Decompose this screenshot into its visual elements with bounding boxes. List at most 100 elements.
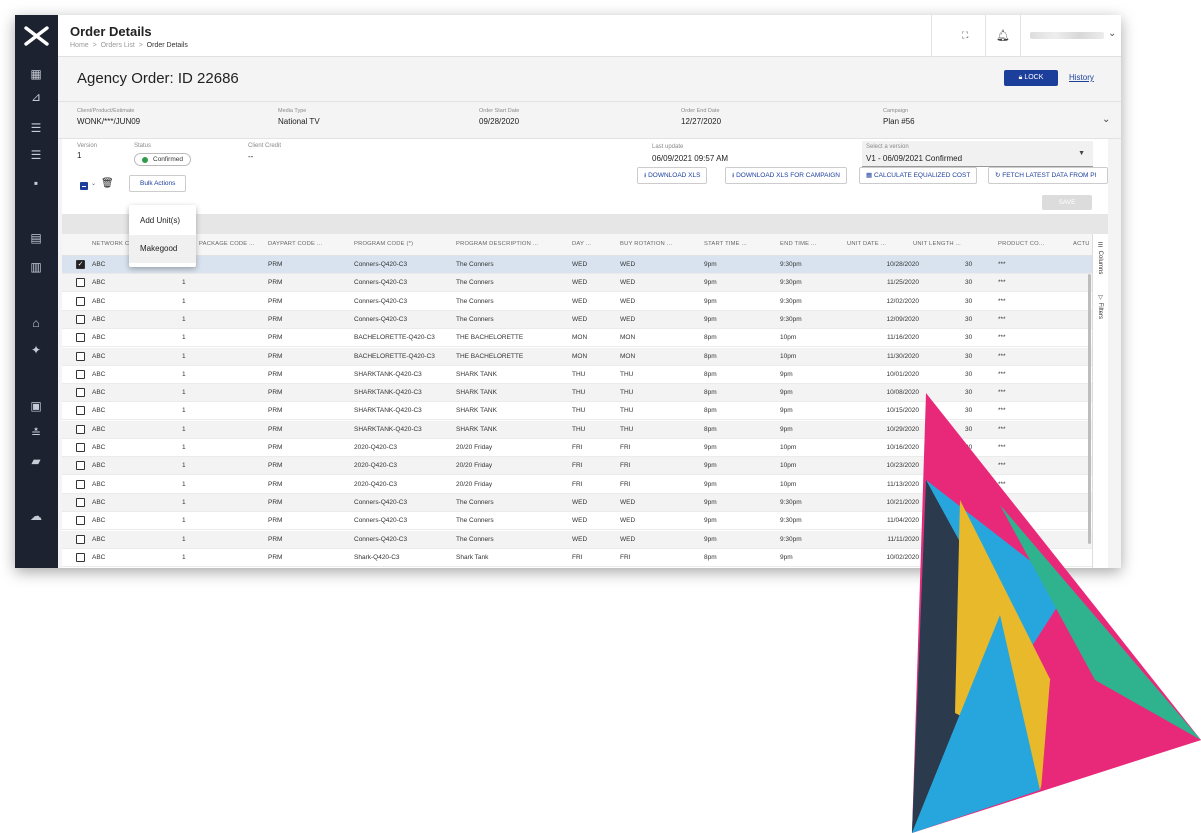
sliders-icon[interactable]: ≛ <box>28 426 44 440</box>
column-header[interactable]: PRODUCT CO... <box>998 241 1044 247</box>
table-cell[interactable]: THU <box>572 371 585 378</box>
table-cell[interactable]: FRI <box>572 462 582 469</box>
table-cell[interactable]: The Conners <box>456 261 494 268</box>
vertical-scrollbar[interactable] <box>1088 274 1091 544</box>
table-cell[interactable]: 9pm <box>704 462 717 469</box>
table-cell[interactable]: PRM <box>268 554 282 561</box>
table-cell[interactable]: ABC <box>92 279 105 286</box>
column-header[interactable]: PROGRAM DESCRIPTION ... <box>456 241 538 247</box>
table-cell[interactable]: 10/02/2020 <box>857 554 919 561</box>
table-cell[interactable]: 1 <box>182 499 186 506</box>
table-cell[interactable]: *** <box>998 536 1006 543</box>
table-cell[interactable]: 1 <box>182 481 186 488</box>
table-cell[interactable]: 8pm <box>704 353 717 360</box>
table-cell[interactable]: Conners-Q420-C3 <box>354 536 407 543</box>
download-xls-campaign-button[interactable]: ⭳ DOWNLOAD XLS FOR CAMPAIGN <box>725 167 847 184</box>
table-cell[interactable]: MON <box>572 353 587 360</box>
bulk-actions-button[interactable]: Bulk Actions <box>129 175 187 192</box>
table-cell[interactable]: 10/29/2020 <box>857 426 919 433</box>
table-cell[interactable]: 11/04/2020 <box>857 517 919 524</box>
breadcrumb-orders-list[interactable]: Orders List <box>101 42 135 49</box>
table-cell[interactable]: PRM <box>268 462 282 469</box>
chevron-down-icon[interactable]: ⌄ <box>1108 28 1116 39</box>
table-cell[interactable]: 1 <box>182 298 186 305</box>
table-cell[interactable]: 1 <box>182 334 186 341</box>
table-cell[interactable]: 1 <box>182 371 186 378</box>
table-cell[interactable]: 10/28/2020 <box>857 261 919 268</box>
table-row[interactable]: ABC 1 PRM Conners-Q420-C3 The Conners WED WED 9… <box>62 293 1092 311</box>
table-cell[interactable]: *** <box>998 426 1006 433</box>
table-cell[interactable]: *** <box>998 499 1006 506</box>
table-cell[interactable]: PRM <box>268 499 282 506</box>
select-all-checkbox[interactable] <box>80 182 88 190</box>
table-cell[interactable]: WED <box>620 279 635 286</box>
table-cell[interactable]: Conners-Q420-C3 <box>354 279 407 286</box>
table-cell[interactable]: *** <box>998 481 1006 488</box>
table-cell[interactable]: FRI <box>620 554 630 561</box>
row-checkbox[interactable] <box>76 424 85 434</box>
row-checkbox[interactable] <box>76 534 85 544</box>
row-checkbox[interactable] <box>76 314 85 324</box>
table-cell[interactable]: 1 <box>182 426 186 433</box>
save-button[interactable]: SAVE <box>1042 195 1092 210</box>
table-cell[interactable]: 9pm <box>780 426 793 433</box>
expand-chevron-icon[interactable]: ⌄ <box>1102 114 1110 125</box>
table-row[interactable]: ABC 1 PRM SHARKTANK-Q420-C3 SHARK TANK THU THU… <box>62 402 1092 421</box>
table-cell[interactable]: ABC <box>92 316 105 323</box>
calculate-equalized-cost-button[interactable]: ▦ CALCULATE EQUALIZED COST <box>859 167 978 184</box>
table-cell[interactable]: 1 <box>182 536 186 543</box>
table-cell[interactable]: 1 <box>182 389 186 396</box>
table-cell[interactable]: BACHELORETTE-Q420-C3 <box>354 353 435 360</box>
column-header[interactable]: START TIME ... <box>704 241 747 247</box>
table-cell[interactable]: THU <box>572 407 585 414</box>
row-checkbox[interactable] <box>76 461 85 471</box>
table-cell[interactable]: The Conners <box>456 536 494 543</box>
table-cell[interactable]: 20/20 Friday <box>456 462 492 469</box>
table-cell[interactable]: 10/16/2020 <box>857 444 919 451</box>
table-cell[interactable]: FRI <box>620 444 630 451</box>
table-cell[interactable]: Shark-Q420-C3 <box>354 554 400 561</box>
table-cell[interactable]: 1 <box>182 316 186 323</box>
table-cell[interactable]: PRM <box>268 444 282 451</box>
billing-icon[interactable]: ▣ <box>28 399 44 413</box>
table-cell[interactable]: 8pm <box>704 334 717 341</box>
report-icon[interactable]: ▤ <box>28 231 44 245</box>
table-row[interactable]: ABC 1 PRM 2020-Q420-C3 20/20 Friday FRI FRI 9pm… <box>62 439 1092 457</box>
table-cell[interactable]: WED <box>572 499 587 506</box>
table-cell[interactable]: 30 <box>965 517 972 524</box>
table-cell[interactable]: 2020-Q420-C3 <box>354 462 397 469</box>
table-cell[interactable]: SHARK TANK <box>456 371 497 378</box>
table-cell[interactable]: WED <box>572 298 587 305</box>
table-cell[interactable]: THU <box>620 407 633 414</box>
table-cell[interactable]: 9:30pm <box>780 536 802 543</box>
table-row[interactable]: ABC 1 PRM 2020-Q420-C3 20/20 Friday FRI FRI 9pm… <box>62 457 1092 476</box>
column-header[interactable]: UNIT LENGTH ... <box>913 241 961 247</box>
table-cell[interactable]: 8pm <box>704 371 717 378</box>
column-header[interactable]: PACKAGE CODE ... <box>199 241 255 247</box>
table-cell[interactable]: THU <box>620 426 633 433</box>
table-cell[interactable]: WED <box>620 499 635 506</box>
filters-tab[interactable]: ▽ Filters <box>1097 294 1104 319</box>
row-checkbox[interactable] <box>76 516 85 526</box>
table-cell[interactable]: 9:30pm <box>780 316 802 323</box>
table-cell[interactable]: 10/08/2020 <box>857 389 919 396</box>
table-cell[interactable]: SHARKTANK-Q420-C3 <box>354 426 422 433</box>
table-cell[interactable]: 9:30pm <box>780 298 802 305</box>
table-cell[interactable]: 9pm <box>780 389 793 396</box>
table-cell[interactable]: The Conners <box>456 316 494 323</box>
table-cell[interactable]: Conners-Q420-C3 <box>354 499 407 506</box>
table-cell[interactable]: 9pm <box>704 316 717 323</box>
table-cell[interactable]: 1 <box>182 462 186 469</box>
table-row[interactable]: ABC 1 PRM Conners-Q420-C3 The Conners WED WED 9… <box>62 530 1092 549</box>
table-cell[interactable]: WED <box>572 279 587 286</box>
table-cell[interactable]: 9pm <box>704 298 717 305</box>
table-cell[interactable]: *** <box>998 298 1006 305</box>
table-cell[interactable]: 30 <box>965 407 972 414</box>
table-row[interactable]: ABC 1 PRM Conners-Q420-C3 The Conners WED WED 9… <box>62 493 1092 512</box>
lock-button[interactable]: 🔒︎ LOCK <box>1004 70 1058 86</box>
table-cell[interactable]: 30 <box>965 353 972 360</box>
table-cell[interactable]: Conners-Q420-C3 <box>354 298 407 305</box>
table-cell[interactable]: 12/02/2020 <box>857 298 919 305</box>
column-header[interactable]: UNIT DATE ... <box>847 241 886 247</box>
column-header[interactable]: DAYPART CODE ... <box>268 241 322 247</box>
